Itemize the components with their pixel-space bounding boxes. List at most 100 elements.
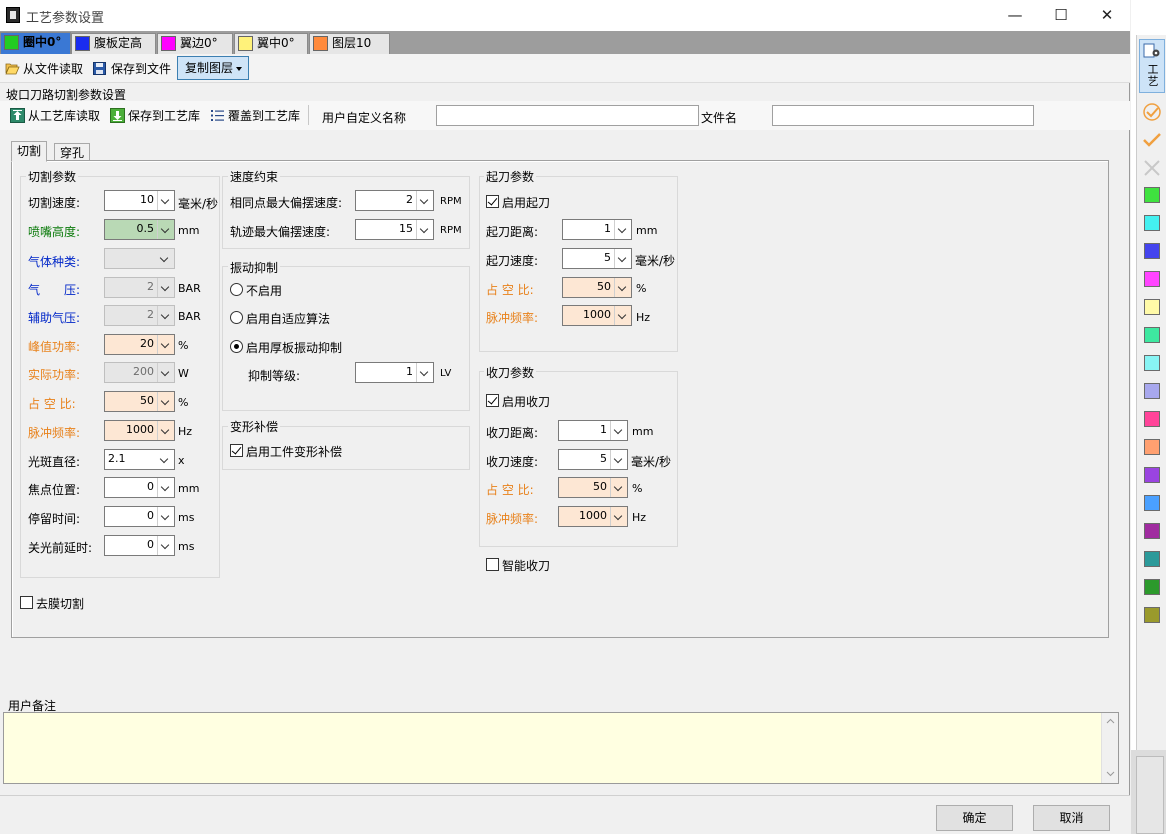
- chevron-down-icon[interactable]: [416, 191, 433, 210]
- chevron-down-icon[interactable]: [610, 450, 627, 469]
- chevron-down-icon[interactable]: [157, 249, 174, 268]
- chevron-down-icon[interactable]: [157, 191, 174, 210]
- gas-combo[interactable]: [104, 248, 175, 269]
- layer-tab-2[interactable]: 翼边0°: [157, 33, 233, 54]
- save-file-button[interactable]: 保存到文件: [91, 59, 171, 79]
- pulse-freq-combo[interactable]: 1000: [104, 420, 175, 441]
- chevron-down-icon[interactable]: [157, 335, 174, 354]
- tab-cut[interactable]: 切割: [11, 141, 48, 162]
- dwell-combo[interactable]: 0: [104, 506, 175, 527]
- read-lib-button[interactable]: 从工艺库读取: [8, 106, 100, 126]
- lead-in-pulse-combo[interactable]: 1000: [562, 305, 632, 326]
- vibration-option-1-radio[interactable]: [230, 311, 243, 324]
- chevron-down-icon[interactable]: [157, 306, 174, 325]
- chevron-down-icon[interactable]: [157, 478, 174, 497]
- lead-in-distance-combo[interactable]: 1: [562, 219, 632, 240]
- aux-pressure-combo[interactable]: 2: [104, 305, 175, 326]
- chevron-down-icon[interactable]: [614, 249, 631, 268]
- chevron-down-icon[interactable]: [1106, 771, 1115, 777]
- palette-swatch[interactable]: [1144, 467, 1160, 483]
- layer-tab-1[interactable]: 腹板定高: [71, 33, 156, 54]
- chevron-down-icon[interactable]: [610, 478, 627, 497]
- chevron-down-icon[interactable]: [157, 392, 174, 411]
- palette-swatch[interactable]: [1144, 523, 1160, 539]
- palette-swatch[interactable]: [1144, 271, 1160, 287]
- deform-checkbox[interactable]: [230, 444, 243, 457]
- cover-lib-button[interactable]: 覆盖到工艺库: [208, 106, 300, 126]
- tab-pierce[interactable]: 穿孔: [54, 143, 91, 161]
- palette-swatch[interactable]: [1144, 579, 1160, 595]
- spot-combo[interactable]: 2.1: [104, 449, 175, 470]
- lead-in-checkbox[interactable]: [486, 195, 499, 208]
- palette-swatch[interactable]: [1144, 243, 1160, 259]
- lead-out-distance-combo[interactable]: 1: [558, 420, 628, 441]
- chevron-down-icon[interactable]: [614, 306, 631, 325]
- same-point-combo[interactable]: 2: [355, 190, 434, 211]
- off-delay-combo[interactable]: 0: [104, 535, 175, 556]
- chevron-down-icon[interactable]: [610, 507, 627, 526]
- lead-out-speed-combo[interactable]: 5: [558, 449, 628, 470]
- vibration-level-combo[interactable]: 1: [355, 362, 434, 383]
- chevron-down-icon[interactable]: [614, 278, 631, 297]
- peak-power-combo[interactable]: 20: [104, 334, 175, 355]
- vibration-option-0-radio[interactable]: [230, 283, 243, 296]
- lead-in-speed-combo[interactable]: 5: [562, 248, 632, 269]
- chevron-down-icon[interactable]: [157, 450, 174, 469]
- chevron-up-icon[interactable]: [1106, 718, 1115, 724]
- ok-button[interactable]: 确定: [936, 805, 1013, 831]
- chevron-down-icon[interactable]: [157, 220, 174, 239]
- process-tool-button[interactable]: 工艺: [1139, 39, 1165, 93]
- chevron-down-icon[interactable]: [157, 421, 174, 440]
- palette-swatch[interactable]: [1144, 383, 1160, 399]
- save-lib-button[interactable]: 保存到工艺库: [108, 106, 200, 126]
- read-file-button[interactable]: 从文件读取: [3, 59, 83, 79]
- smart-leadout-checkbox[interactable]: [486, 558, 499, 571]
- notes-scrollbar[interactable]: [1101, 713, 1118, 783]
- chevron-down-icon[interactable]: [416, 363, 433, 382]
- speed-combo[interactable]: 10: [104, 190, 175, 211]
- palette-swatch[interactable]: [1144, 327, 1160, 343]
- palette-swatch[interactable]: [1144, 355, 1160, 371]
- check-icon[interactable]: [1142, 132, 1162, 148]
- file-name-input[interactable]: [772, 105, 1034, 126]
- focus-combo[interactable]: 0: [104, 477, 175, 498]
- chevron-down-icon[interactable]: [610, 421, 627, 440]
- layer-tab-0[interactable]: 圈中0°: [0, 32, 71, 54]
- track-combo[interactable]: 15: [355, 219, 434, 240]
- vibration-option-2-radio[interactable]: [230, 340, 243, 353]
- chevron-down-icon[interactable]: [614, 220, 631, 239]
- palette-swatch[interactable]: [1144, 187, 1160, 203]
- layer-tab-4[interactable]: 图层10: [309, 33, 390, 54]
- chevron-down-icon[interactable]: [157, 363, 174, 382]
- check-circle-icon[interactable]: [1142, 102, 1162, 122]
- copy-layer-dropdown[interactable]: 复制图层: [177, 56, 249, 80]
- actual-power-combo[interactable]: 200: [104, 362, 175, 383]
- chevron-down-icon[interactable]: [157, 536, 174, 555]
- palette-swatch[interactable]: [1144, 411, 1160, 427]
- palette-swatch[interactable]: [1144, 299, 1160, 315]
- chevron-down-icon[interactable]: [157, 278, 174, 297]
- pressure-combo[interactable]: 2: [104, 277, 175, 298]
- lead-out-pulse-combo[interactable]: 1000: [558, 506, 628, 527]
- cross-icon[interactable]: [1143, 159, 1161, 177]
- custom-name-input[interactable]: [436, 105, 699, 126]
- lead-out-duty-combo[interactable]: 50: [558, 477, 628, 498]
- nozzle-combo[interactable]: 0.5: [104, 219, 175, 240]
- duty-combo[interactable]: 50: [104, 391, 175, 412]
- minimize-button[interactable]: —: [992, 0, 1038, 31]
- palette-swatch[interactable]: [1144, 439, 1160, 455]
- palette-swatch[interactable]: [1144, 495, 1160, 511]
- maximize-button[interactable]: ☐: [1038, 0, 1084, 31]
- notes-textarea[interactable]: [3, 712, 1119, 784]
- film-cut-checkbox[interactable]: [20, 596, 33, 609]
- chevron-down-icon[interactable]: [157, 507, 174, 526]
- palette-swatch[interactable]: [1144, 551, 1160, 567]
- palette-swatch[interactable]: [1144, 607, 1160, 623]
- close-button[interactable]: ✕: [1084, 0, 1130, 31]
- palette-swatch[interactable]: [1144, 215, 1160, 231]
- chevron-down-icon[interactable]: [416, 220, 433, 239]
- lead-in-duty-combo[interactable]: 50: [562, 277, 632, 298]
- lead-out-checkbox[interactable]: [486, 394, 499, 407]
- layer-tab-3[interactable]: 翼中0°: [234, 33, 308, 54]
- cancel-button[interactable]: 取消: [1033, 805, 1110, 831]
